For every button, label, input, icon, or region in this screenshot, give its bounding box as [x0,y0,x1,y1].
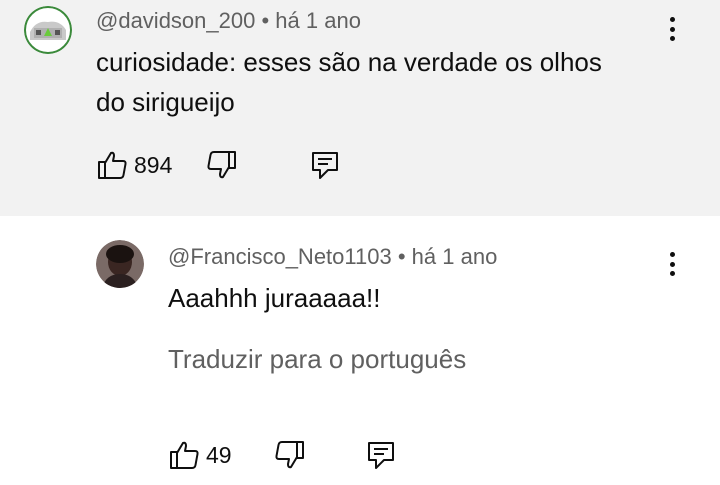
comment-actions: 894 [96,148,342,182]
comment-text: curiosidade: esses são na verdade os olh… [96,42,656,122]
thumbs-down-icon[interactable] [204,148,238,182]
reply-comment-icon[interactable] [364,438,398,472]
meta-separator: • [261,8,270,33]
avatar[interactable] [96,240,144,288]
more-vertical-icon[interactable] [660,246,684,282]
comment-actions: 49 [168,438,398,472]
username[interactable]: @Francisco_Neto1103 [168,244,392,269]
comment-text-line: do sirigueijo [96,87,235,117]
reply-comment: @Francisco_Neto1103 • há 1 ano Aaahhh ju… [0,216,720,485]
like-count: 894 [134,151,173,178]
parent-comment: @davidson_200 • há 1 ano curiosidade: es… [0,0,720,216]
username[interactable]: @davidson_200 [96,8,255,33]
thumbs-up-icon[interactable] [96,148,130,182]
avatar[interactable] [24,6,72,54]
timestamp[interactable]: há 1 ano [412,244,498,269]
meta-separator: • [397,244,406,269]
comment-meta: @Francisco_Neto1103 • há 1 ano [168,244,497,270]
like-count: 49 [206,441,232,468]
thumbs-up-icon[interactable] [168,438,202,472]
comment-text-line: curiosidade: esses são na verdade os olh… [96,47,602,77]
comment-meta: @davidson_200 • há 1 ano [96,8,361,34]
reply-comment-icon[interactable] [308,148,342,182]
timestamp[interactable]: há 1 ano [275,8,361,33]
more-vertical-icon[interactable] [660,11,684,47]
translate-button[interactable]: Traduzir para o português [168,344,466,375]
thumbs-down-icon[interactable] [272,438,306,472]
comment-text: Aaahhh juraaaaa!! [168,283,381,313]
